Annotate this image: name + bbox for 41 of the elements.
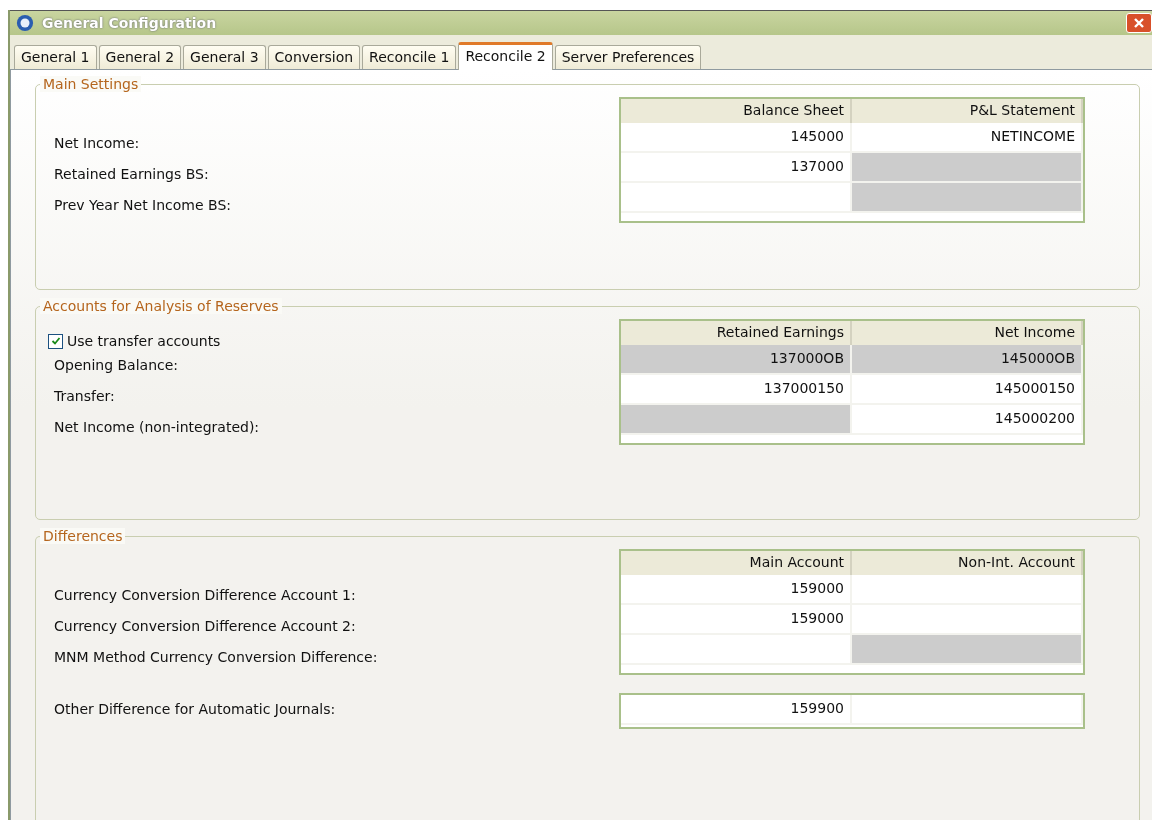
field-label: Currency Conversion Difference Account 1: [54,586,356,603]
field-label: Opening Balance: [54,356,179,373]
group-title: Differences [40,528,126,544]
grid-cell[interactable]: 145000150 [852,375,1083,405]
grid-cell[interactable] [852,575,1083,605]
grid-cell[interactable]: 145000200 [852,405,1083,435]
field-label: Other Difference for Automatic Journals: [54,700,336,717]
checkbox[interactable] [48,333,63,349]
field-label: Net Income (non-integrated): [54,418,260,435]
app-icon [16,14,34,32]
grid-cell[interactable]: 159900 [621,695,852,725]
field-label: Net Income: [54,134,140,151]
grid-cell[interactable]: NETINCOME [852,123,1083,153]
grid-cell[interactable]: 159000 [621,605,852,635]
grid-cell[interactable]: 159000 [621,575,852,605]
grid-cell[interactable] [852,695,1083,725]
tab[interactable]: General 2 [98,45,182,69]
field-label: MNM Method Currency Conversion Difference: [54,648,378,665]
field-label: Retained Earnings BS: [54,165,209,182]
tab[interactable]: General 1 [14,45,97,69]
field-label: Prev Year Net Income BS: [54,196,232,213]
tab[interactable]: Reconcile 1 [362,45,457,69]
grid-cell[interactable] [621,635,852,665]
window-title: General Configuration [42,15,218,31]
group-title: Main Settings [40,76,142,92]
grid-cell[interactable] [852,605,1083,635]
tab[interactable]: Conversion [267,45,361,69]
tab[interactable]: Server Preferences [554,45,702,69]
tab[interactable]: Reconcile 2 [458,42,553,70]
close-button[interactable] [1126,13,1152,33]
grid-cell[interactable]: 137000150 [621,375,852,405]
checkbox-label: Use transfer accounts [67,333,221,349]
grid-cell[interactable]: 137000 [621,153,852,183]
grid-cell[interactable] [621,183,852,213]
close-icon [1133,17,1145,29]
check-icon [50,336,61,346]
grid-cell[interactable]: 145000 [621,123,852,153]
field-label: Currency Conversion Difference Account 2: [54,617,356,634]
field-label: Transfer: [54,387,115,404]
group-title: Accounts for Analysis of Reserves [40,298,282,314]
tab[interactable]: General 3 [183,45,266,69]
